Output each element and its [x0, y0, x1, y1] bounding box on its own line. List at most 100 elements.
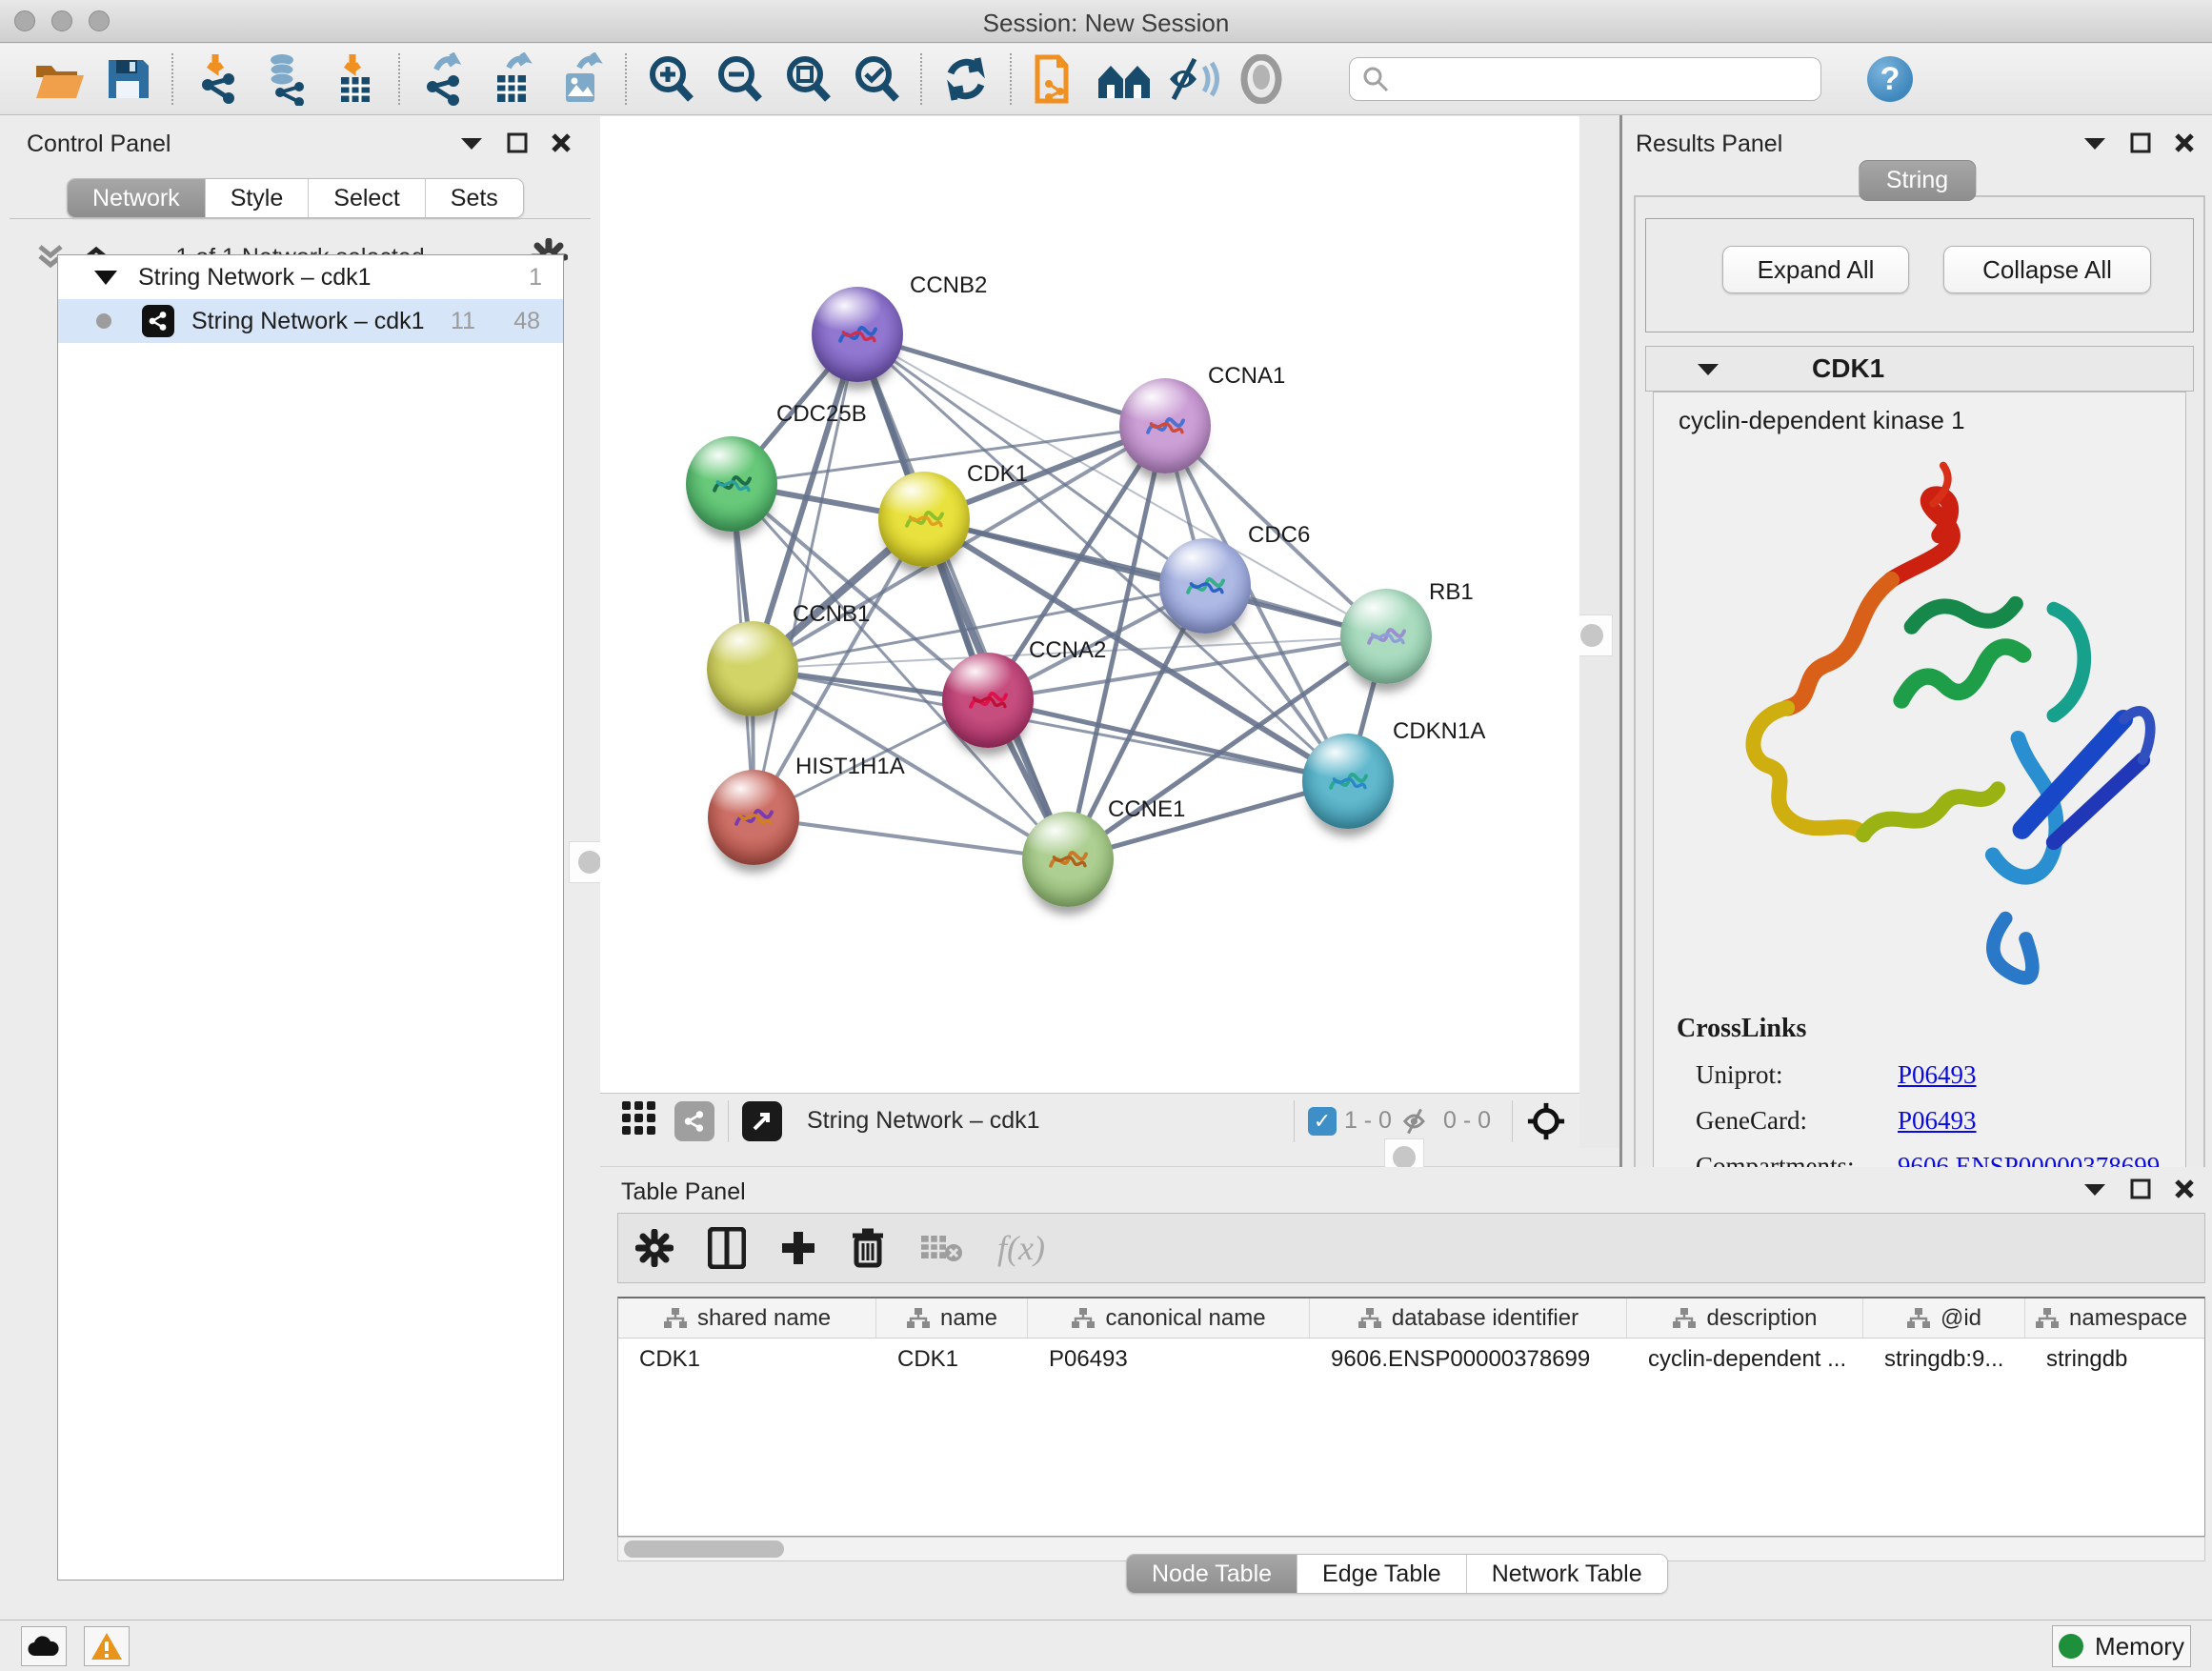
network-node-ccna2[interactable] [942, 653, 1034, 748]
node-label-ccne1: CCNE1 [1108, 796, 1185, 823]
show-graphics-button[interactable] [1227, 49, 1296, 110]
scrollbar-thumb[interactable] [624, 1540, 784, 1558]
table-cell[interactable]: 9606.ENSP00000378699 [1310, 1339, 1627, 1380]
export-network-button[interactable] [410, 49, 478, 110]
tab-sets[interactable]: Sets [426, 179, 523, 217]
float-panel-icon[interactable] [2130, 132, 2151, 153]
warnings-button[interactable] [84, 1626, 130, 1666]
crosslink-link[interactable]: P06493 [1898, 1106, 1977, 1136]
clone-network-button[interactable] [1021, 49, 1090, 110]
column-header-canonical-name[interactable]: canonical name [1028, 1299, 1310, 1338]
copy-document-icon [1030, 51, 1081, 107]
column-header-description[interactable]: description [1627, 1299, 1863, 1338]
cloud-button[interactable] [21, 1626, 67, 1666]
network-edge[interactable] [857, 334, 1068, 859]
network-node-ccnb1[interactable] [707, 621, 798, 716]
network-edge[interactable] [732, 426, 1165, 484]
tab-select[interactable]: Select [309, 179, 425, 217]
open-file-button[interactable] [25, 49, 93, 110]
float-panel-icon[interactable] [2130, 1178, 2151, 1199]
export-table-button[interactable] [478, 49, 547, 110]
collapse-arrow-icon[interactable] [94, 271, 117, 285]
column-header-name[interactable]: name [876, 1299, 1028, 1338]
network-row-selected[interactable]: String Network – cdk1 11 48 [58, 299, 563, 343]
cdk1-section-header[interactable]: CDK1 [1645, 346, 2194, 392]
tab-style[interactable]: Style [206, 179, 310, 217]
float-panel-icon[interactable] [507, 132, 528, 153]
selected-nodes-checkbox[interactable]: ✓ [1308, 1107, 1337, 1136]
edge-count: 48 [513, 308, 540, 335]
network-node-ccna1[interactable] [1119, 378, 1211, 473]
columns-icon[interactable] [708, 1227, 746, 1269]
network-edge[interactable] [988, 700, 1348, 781]
panel-menu-icon[interactable] [2082, 134, 2107, 151]
network-node-cdc25b[interactable] [686, 436, 777, 532]
network-edge[interactable] [754, 817, 1068, 859]
detach-view-icon[interactable] [742, 1101, 782, 1141]
import-database-button[interactable] [251, 49, 320, 110]
zoom-fit-button[interactable] [774, 49, 842, 110]
import-table-button[interactable] [320, 49, 389, 110]
panel-menu-icon[interactable] [459, 134, 484, 151]
network-node-ccne1[interactable] [1022, 812, 1114, 907]
help-button[interactable]: ? [1867, 56, 1913, 102]
column-header-shared-name[interactable]: shared name [618, 1299, 876, 1338]
gear-icon[interactable] [635, 1229, 674, 1267]
column-header-namespace[interactable]: namespace [2025, 1299, 2202, 1338]
table-cell[interactable]: CDK1 [876, 1339, 1028, 1380]
protein-structure-image [1673, 459, 2168, 1002]
network-node-ccnb2[interactable] [812, 287, 903, 382]
zoom-selected-button[interactable] [842, 49, 911, 110]
network-edge[interactable] [857, 334, 1165, 426]
memory-button[interactable]: Memory [2052, 1625, 2191, 1667]
close-panel-icon[interactable] [2174, 1178, 2195, 1199]
crosslink-link[interactable]: P06493 [1898, 1060, 1977, 1090]
table-cell[interactable]: cyclin-dependent ... [1627, 1339, 1863, 1380]
home-button[interactable] [1090, 49, 1158, 110]
table-cell[interactable]: CDK1 [618, 1339, 876, 1380]
tab-string[interactable]: String [1859, 160, 1976, 201]
table-cell[interactable]: stringdb [2025, 1339, 2202, 1380]
selected-counts: 1 - 0 [1344, 1107, 1392, 1135]
network-node-hist1h1a[interactable] [708, 770, 799, 865]
import-network-button[interactable] [183, 49, 251, 110]
network-node-cdk1[interactable] [878, 472, 970, 567]
network-canvas[interactable]: CCNB2CCNA1CDC25BCDK1CDC6RB1CCNB1CCNA2CDK… [600, 116, 1579, 1093]
export-image-button[interactable] [547, 49, 615, 110]
add-column-icon[interactable] [780, 1230, 816, 1266]
column-header--id[interactable]: @id [1863, 1299, 2025, 1338]
entry-name: CDK1 [1812, 353, 1884, 384]
expand-all-button[interactable]: Expand All [1722, 246, 1909, 293]
search-input[interactable] [1349, 57, 1821, 101]
string-results-container: Expand All Collapse All CDK1 cyclin-depe… [1634, 195, 2205, 1192]
network-node-cdc6[interactable] [1159, 538, 1251, 634]
network-node-cdkn1a[interactable] [1302, 734, 1394, 829]
tab-network[interactable]: Network [68, 179, 206, 217]
tab-network-table[interactable]: Network Table [1467, 1555, 1667, 1593]
birdseye-grid-icon[interactable] [621, 1100, 657, 1141]
locate-crosshair-icon[interactable] [1526, 1101, 1566, 1141]
network-collection-row[interactable]: String Network – cdk1 1 [58, 255, 563, 299]
column-header-database-identifier[interactable]: database identifier [1310, 1299, 1627, 1338]
column-tree-icon [1071, 1307, 1096, 1330]
table-row[interactable]: CDK1CDK1P064939606.ENSP00000378699cyclin… [618, 1339, 2204, 1380]
panel-menu-icon[interactable] [2082, 1180, 2107, 1198]
tab-node-table[interactable]: Node Table [1127, 1555, 1297, 1593]
table-cell[interactable]: P06493 [1028, 1339, 1310, 1380]
hide-unhide-button[interactable] [1158, 49, 1227, 110]
table-cell[interactable]: stringdb:9... [1863, 1339, 2025, 1380]
tab-edge-table[interactable]: Edge Table [1297, 1555, 1467, 1593]
delete-trash-icon[interactable] [851, 1227, 885, 1269]
collapse-arrow-icon[interactable] [1696, 360, 1720, 377]
refresh-button[interactable] [932, 49, 1000, 110]
protein-ribbon-thumbnail [827, 308, 888, 361]
zoom-out-button[interactable] [705, 49, 774, 110]
network-node-rb1[interactable] [1340, 589, 1432, 684]
collapse-all-button[interactable]: Collapse All [1943, 246, 2151, 293]
save-session-button[interactable] [93, 49, 162, 110]
close-panel-icon[interactable] [2174, 132, 2195, 153]
close-panel-icon[interactable] [551, 132, 572, 153]
network-overview-icon[interactable] [674, 1101, 714, 1141]
zoom-in-button[interactable] [636, 49, 705, 110]
divider [1294, 1100, 1295, 1142]
